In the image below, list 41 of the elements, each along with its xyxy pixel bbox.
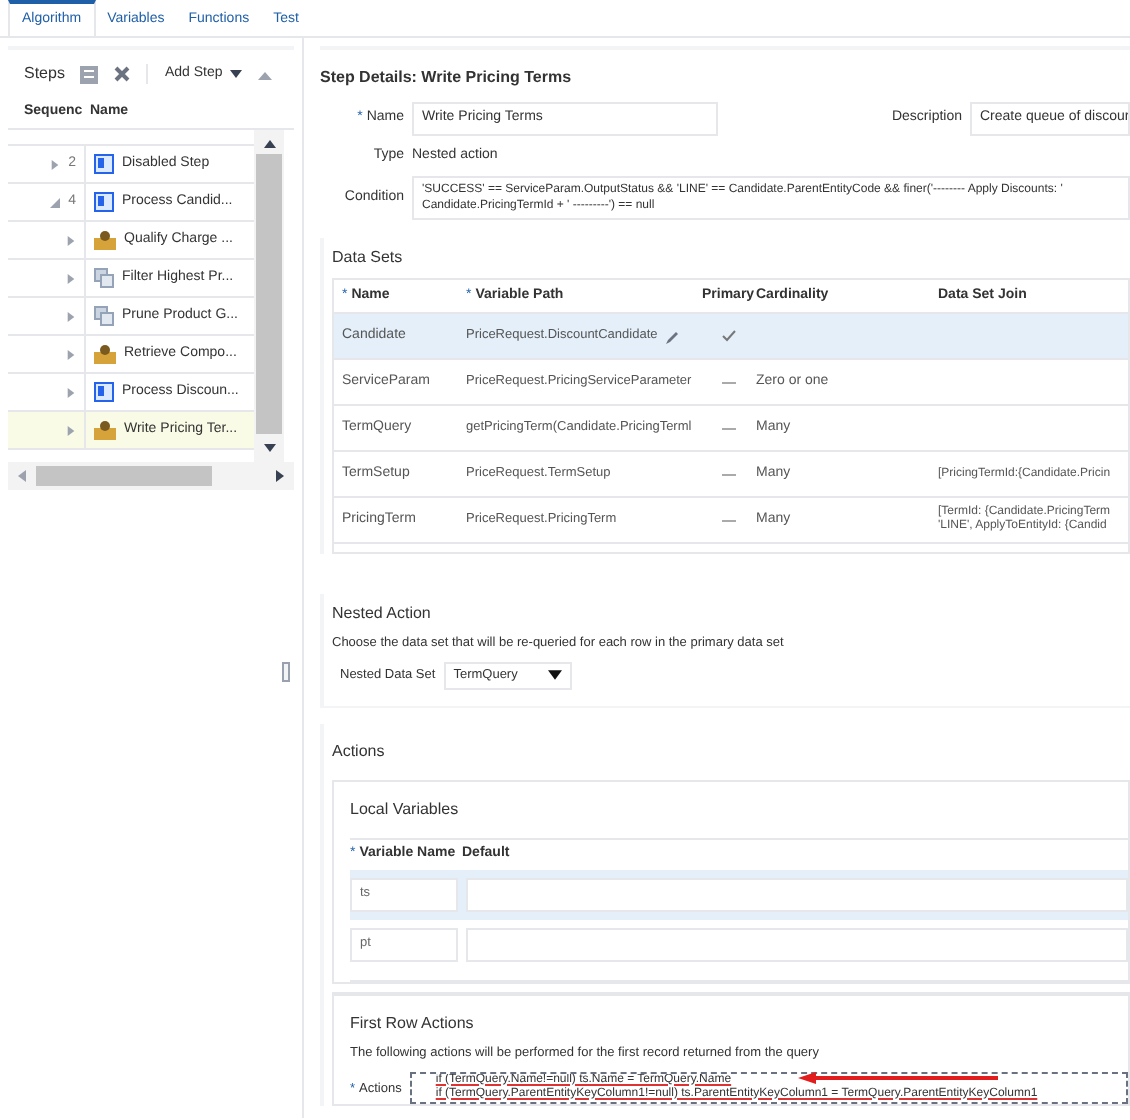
- expand-arrow-icon[interactable]: [66, 273, 76, 283]
- expand-arrow-icon[interactable]: [66, 387, 76, 397]
- empty-dash-icon: [722, 380, 736, 384]
- pencil-icon[interactable]: [665, 329, 680, 343]
- scroll-up-icon[interactable]: [263, 138, 275, 150]
- expand-arrow-icon[interactable]: [66, 311, 76, 321]
- scroll-left-icon[interactable]: [16, 470, 28, 482]
- section-title: Local Variables: [350, 797, 461, 822]
- expand-arrow-icon[interactable]: [66, 425, 76, 435]
- expand-arrow-icon[interactable]: [66, 235, 76, 245]
- vertical-scrollbar[interactable]: [254, 130, 284, 462]
- scroll-down-icon[interactable]: [263, 442, 275, 454]
- panel-title: Steps: [24, 62, 65, 86]
- collapse-icon[interactable]: [258, 69, 273, 79]
- default-field[interactable]: [466, 877, 1128, 912]
- expand-arrow-icon[interactable]: [50, 159, 61, 169]
- default-field[interactable]: [466, 927, 1128, 962]
- section-title: Nested Action: [332, 602, 433, 626]
- expand-arrow-icon[interactable]: [66, 349, 76, 359]
- section-title: Data Sets: [332, 246, 405, 270]
- step-icon: [94, 192, 114, 212]
- person-icon: [94, 344, 116, 364]
- horizontal-scrollbar[interactable]: [8, 462, 294, 490]
- dropdown-arrow-icon: [230, 68, 243, 80]
- empty-dash-icon: [722, 472, 736, 476]
- person-icon: [94, 230, 116, 250]
- delete-icon[interactable]: [114, 66, 131, 82]
- empty-dash-icon: [722, 518, 736, 522]
- splitter-handle[interactable]: [282, 662, 290, 682]
- document-icon[interactable]: [80, 65, 99, 83]
- step-icon: [94, 382, 114, 402]
- collapse-arrow-icon[interactable]: [50, 197, 61, 207]
- section-title: Actions: [332, 739, 387, 764]
- section-title: First Row Actions: [350, 1011, 476, 1036]
- section-title: Step Details: Write Pricing Terms: [320, 66, 574, 90]
- scroll-right-icon[interactable]: [274, 470, 286, 482]
- empty-dash-icon: [722, 426, 736, 430]
- step-icon: [94, 154, 114, 174]
- person-icon: [94, 420, 116, 440]
- dropdown-arrow-icon: [547, 668, 562, 683]
- check-icon: [722, 330, 736, 342]
